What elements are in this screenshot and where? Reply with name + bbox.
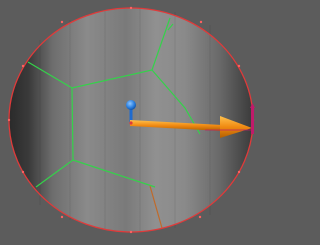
gizmo-origin [129, 121, 133, 125]
3d-viewport[interactable] [0, 0, 263, 245]
viewport-scene[interactable] [0, 0, 263, 245]
